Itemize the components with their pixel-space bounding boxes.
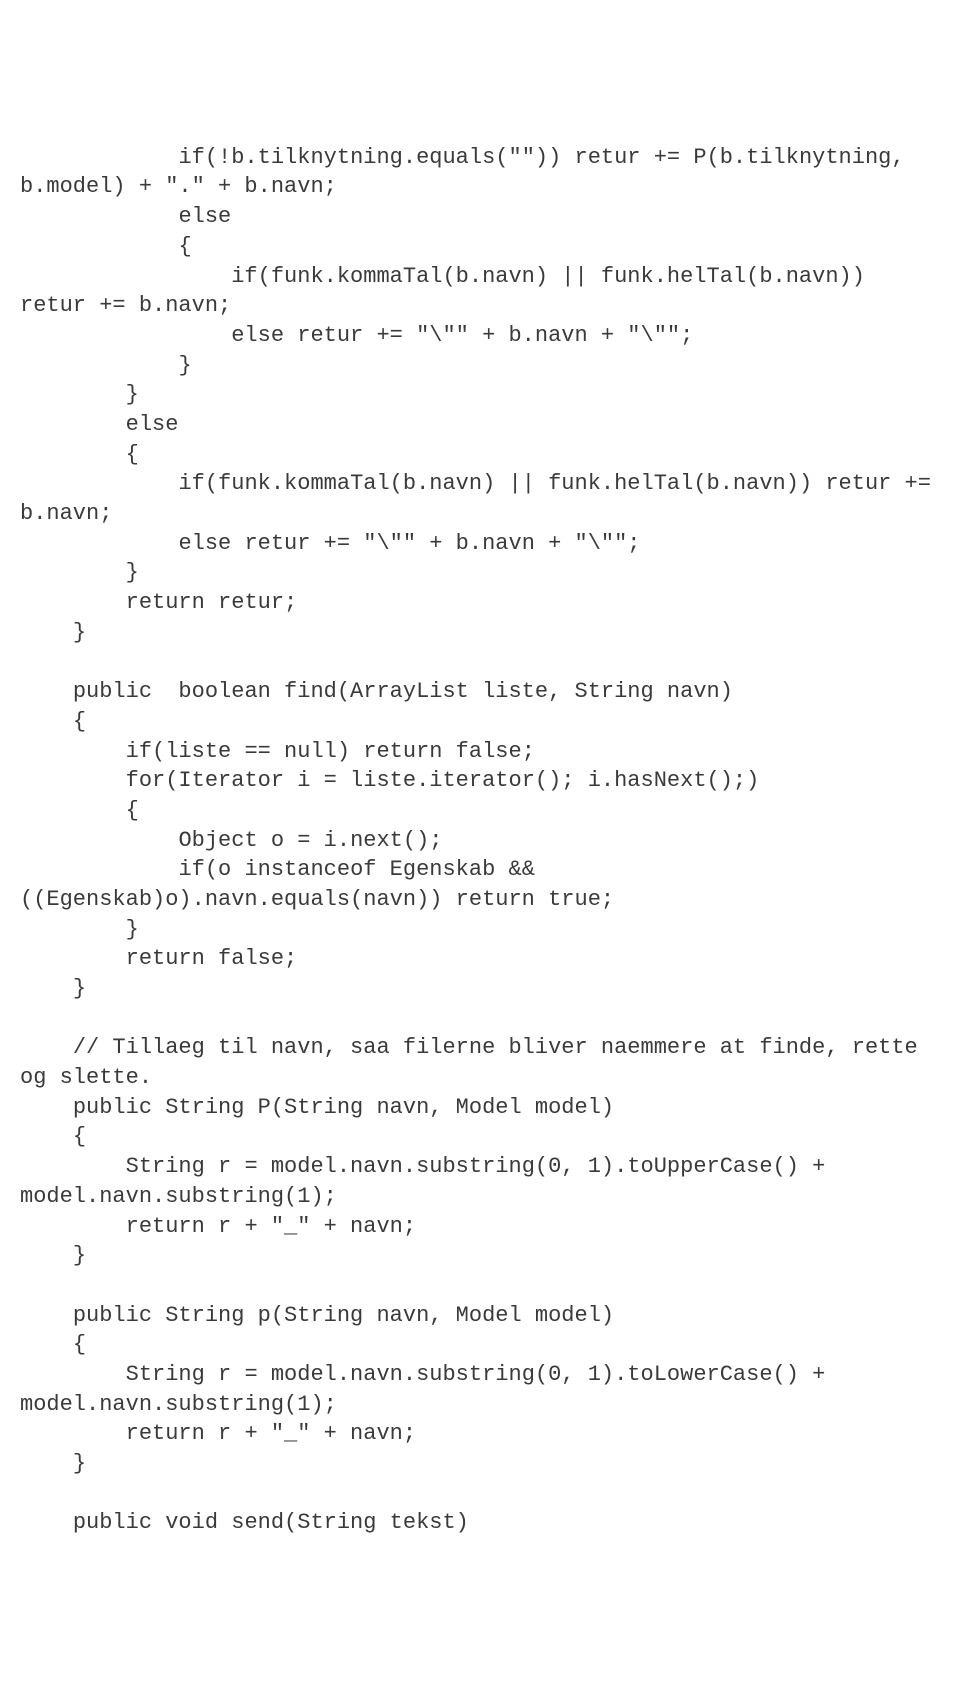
- code-block: if(!b.tilknytning.equals("")) retur += P…: [20, 143, 940, 1538]
